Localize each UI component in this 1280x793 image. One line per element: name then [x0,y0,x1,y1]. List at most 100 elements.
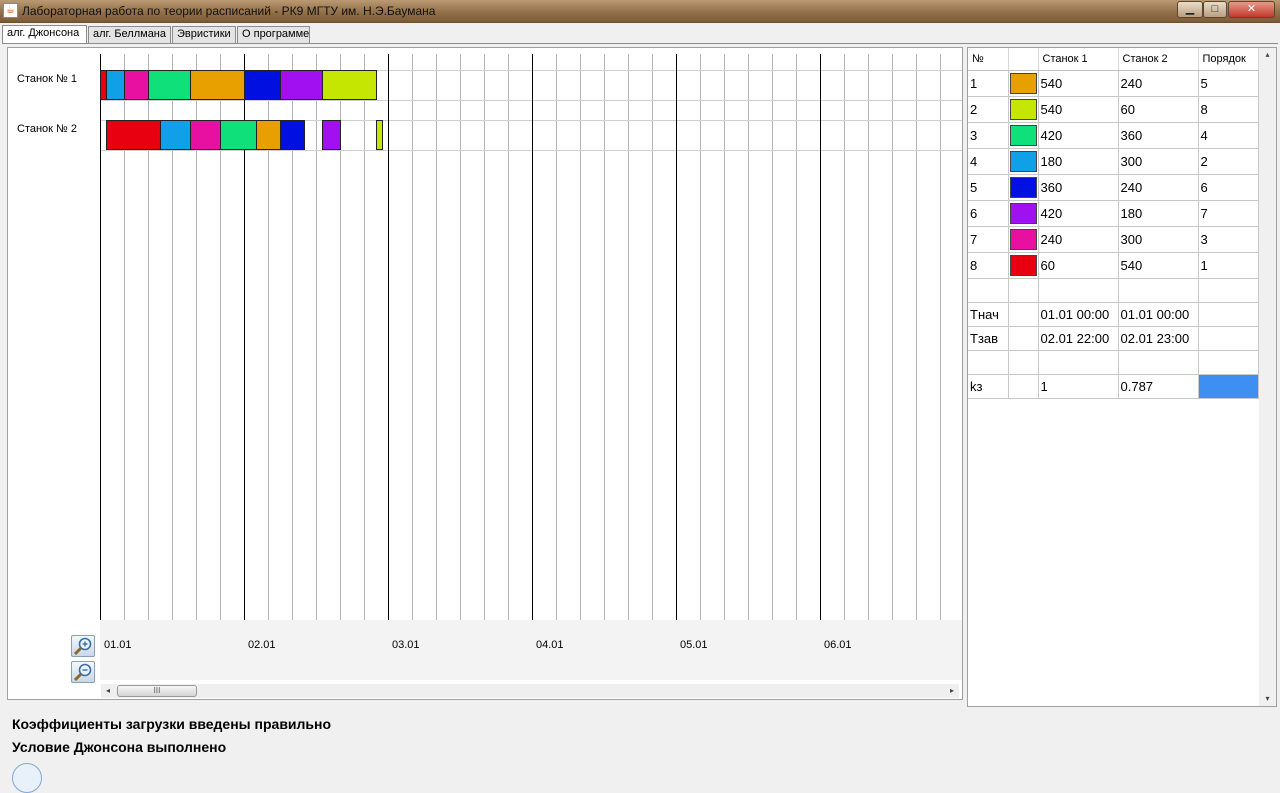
job-number[interactable]: 2 [968,96,1009,123]
job-machine-1-time[interactable]: 540 [1038,96,1119,123]
gantt-chart[interactable]: 01.01 02.01 03.01 04.01 05.01 06.01 [8,48,962,680]
job-machine-1-time[interactable]: 60 [1038,252,1119,279]
job-number[interactable]: 7 [968,226,1009,253]
tend-m2[interactable]: 02.01 23:00 [1118,326,1199,351]
zoom-out-button[interactable] [71,661,95,683]
gantt-bar-job-6[interactable] [322,120,341,150]
job-machine-2-time[interactable]: 240 [1118,70,1199,97]
gantt-bar-job-6[interactable] [280,70,323,100]
table-row[interactable]: 8 60 540 1 [968,252,1259,279]
header-color[interactable] [1008,48,1039,71]
tend-label[interactable]: Тзав [968,326,1009,351]
job-color-cell[interactable] [1008,226,1039,253]
header-machine-2[interactable]: Станок 2 [1118,48,1199,71]
job-order[interactable]: 6 [1198,174,1259,201]
tab-about[interactable]: О программе [237,26,310,43]
job-color-cell[interactable] [1008,96,1039,123]
tend-m1[interactable]: 02.01 22:00 [1038,326,1119,351]
job-color-cell[interactable] [1008,252,1039,279]
kz-m1[interactable]: 1 [1038,374,1119,399]
job-number[interactable]: 6 [968,200,1009,227]
gantt-bar-job-4[interactable] [160,120,191,150]
table-row[interactable]: 3 420 360 4 [968,122,1259,149]
job-machine-2-time[interactable]: 180 [1118,200,1199,227]
selected-cell[interactable] [1198,374,1259,399]
job-machine-2-time[interactable]: 60 [1118,96,1199,123]
header-number[interactable]: № [968,48,1009,71]
minimize-button[interactable]: ▁ [1177,1,1203,18]
header-machine-1[interactable]: Станок 1 [1038,48,1119,71]
maximize-button[interactable]: □ [1203,1,1227,18]
job-number[interactable]: 8 [968,252,1009,279]
gantt-bar-job-2[interactable] [322,70,377,100]
scroll-left-arrow[interactable]: ◂ [101,684,115,698]
tab-heuristics[interactable]: Эвристики [172,26,236,43]
job-machine-1-time[interactable]: 360 [1038,174,1119,201]
scroll-down-arrow[interactable]: ▾ [1259,692,1276,706]
job-order[interactable]: 1 [1198,252,1259,279]
gantt-bar-job-4[interactable] [106,70,125,100]
job-number[interactable]: 4 [968,148,1009,175]
job-order[interactable]: 8 [1198,96,1259,123]
job-machine-1-time[interactable]: 240 [1038,226,1119,253]
job-order[interactable]: 5 [1198,70,1259,97]
job-color-cell[interactable] [1008,70,1039,97]
zoom-in-button[interactable] [71,635,95,657]
scroll-right-arrow[interactable]: ▸ [945,684,959,698]
job-machine-1-time[interactable]: 420 [1038,200,1119,227]
job-number[interactable]: 3 [968,122,1009,149]
table-row[interactable]: 2 540 60 8 [968,96,1259,123]
vertical-scrollbar[interactable]: ▴ ▾ [1259,48,1276,706]
axis-tick-label: 03.01 [392,639,420,651]
gantt-bar-job-7[interactable] [190,120,221,150]
table-row[interactable]: 1 540 240 5 [968,70,1259,97]
gantt-bar-job-8[interactable] [100,70,107,100]
gantt-bar-job-7[interactable] [124,70,149,100]
scroll-thumb[interactable]: III [117,685,197,697]
kz-m2[interactable]: 0.787 [1118,374,1199,399]
tstart-m1[interactable]: 01.01 00:00 [1038,302,1119,327]
job-number[interactable]: 1 [968,70,1009,97]
job-order[interactable]: 4 [1198,122,1259,149]
window-titlebar[interactable]: ☕ Лабораторная работа по теории расписан… [0,0,1280,23]
job-machine-2-time[interactable]: 300 [1118,148,1199,175]
job-machine-2-time[interactable]: 360 [1118,122,1199,149]
job-machine-2-time[interactable]: 240 [1118,174,1199,201]
table-row[interactable]: 5 360 240 6 [968,174,1259,201]
scroll-up-arrow[interactable]: ▴ [1259,48,1276,62]
tstart-m2[interactable]: 01.01 00:00 [1118,302,1199,327]
job-color-swatch [1009,255,1037,276]
job-order[interactable]: 7 [1198,200,1259,227]
job-machine-1-time[interactable]: 180 [1038,148,1119,175]
header-order[interactable]: Порядок [1198,48,1259,71]
job-color-cell[interactable] [1008,174,1039,201]
table-row[interactable]: 6 420 180 7 [968,200,1259,227]
kz-label[interactable]: kз [968,374,1009,399]
job-order[interactable]: 3 [1198,226,1259,253]
close-button[interactable]: ✕ [1228,1,1275,18]
job-color-cell[interactable] [1008,122,1039,149]
gantt-bar-job-1[interactable] [256,120,281,150]
tstart-label[interactable]: Тнач [968,302,1009,327]
job-color-cell[interactable] [1008,200,1039,227]
tab-johnson[interactable]: алг. Джонсона [2,25,87,44]
gantt-bar-job-3[interactable] [220,120,257,150]
gantt-bar-job-1[interactable] [190,70,245,100]
table-row[interactable]: 7 240 300 3 [968,226,1259,253]
job-color-cell[interactable] [1008,148,1039,175]
job-order[interactable]: 2 [1198,148,1259,175]
job-color-swatch [1009,177,1037,198]
job-machine-2-time[interactable]: 300 [1118,226,1199,253]
gantt-bar-job-8[interactable] [106,120,161,150]
gantt-bar-job-5[interactable] [280,120,305,150]
job-machine-1-time[interactable]: 540 [1038,70,1119,97]
gantt-bar-job-3[interactable] [148,70,191,100]
horizontal-scrollbar[interactable]: ◂ III ▸ [101,684,959,698]
job-machine-2-time[interactable]: 540 [1118,252,1199,279]
gantt-bar-job-2[interactable] [376,120,383,150]
job-number[interactable]: 5 [968,174,1009,201]
gantt-bar-job-5[interactable] [244,70,281,100]
tab-bellman[interactable]: алг. Беллмана [88,26,171,43]
table-row[interactable]: 4 180 300 2 [968,148,1259,175]
job-machine-1-time[interactable]: 420 [1038,122,1119,149]
